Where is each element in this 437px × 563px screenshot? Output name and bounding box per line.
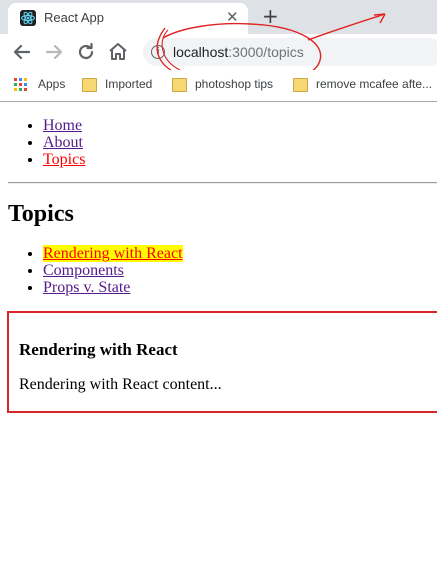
address-bar[interactable]: i localhost:3000/topics bbox=[143, 38, 437, 66]
apps-grid-icon bbox=[14, 78, 28, 92]
topic-item-rendering: Rendering with React bbox=[43, 245, 183, 262]
topic-detail-heading: Rendering with React bbox=[19, 340, 178, 359]
folder-icon bbox=[172, 78, 187, 92]
bookmark-label: Imported bbox=[105, 77, 153, 91]
url-path: :3000/topics bbox=[228, 44, 304, 60]
bookmark-imported[interactable]: Imported bbox=[82, 76, 162, 94]
tab-close-icon[interactable]: ✕ bbox=[226, 8, 239, 26]
topic-item-components: Components bbox=[43, 262, 183, 279]
nav-item-topics: Topics bbox=[43, 151, 85, 168]
folder-icon bbox=[293, 78, 308, 92]
tab-strip: React App ✕ + bbox=[0, 0, 437, 34]
topic-link-components[interactable]: Components bbox=[43, 262, 124, 279]
new-tab-button[interactable]: + bbox=[262, 4, 279, 28]
info-icon[interactable]: i bbox=[151, 45, 165, 59]
page-content: Home About Topics Topics Rendering with … bbox=[0, 102, 437, 563]
browser-toolbar: i localhost:3000/topics bbox=[0, 34, 437, 70]
home-button[interactable] bbox=[106, 40, 130, 64]
topic-link-props-state[interactable]: Props v. State bbox=[43, 279, 130, 296]
arrow-right-icon bbox=[45, 44, 63, 60]
nav-item-home: Home bbox=[43, 117, 85, 134]
folder-icon bbox=[82, 78, 97, 92]
nav-link-about[interactable]: About bbox=[43, 134, 83, 151]
bookmark-apps[interactable]: Apps bbox=[14, 76, 74, 94]
nav-item-about: About bbox=[43, 134, 85, 151]
bookmark-label: photoshop tips bbox=[195, 77, 274, 91]
arrow-left-icon bbox=[13, 44, 31, 60]
bookmark-remove-mcafee[interactable]: remove mcafee afte... bbox=[293, 76, 437, 94]
nav-link-home[interactable]: Home bbox=[43, 117, 82, 134]
topic-detail-box: Rendering with React Rendering with Reac… bbox=[7, 311, 437, 413]
home-icon bbox=[109, 43, 127, 60]
reload-icon bbox=[78, 42, 94, 60]
reload-button[interactable] bbox=[74, 40, 98, 64]
tab-title: React App bbox=[44, 10, 104, 25]
page-title: Topics bbox=[8, 201, 74, 227]
topic-link-rendering[interactable]: Rendering with React bbox=[43, 245, 183, 262]
topic-detail-text: Rendering with React content... bbox=[19, 376, 222, 393]
nav-link-topics[interactable]: Topics bbox=[43, 151, 85, 168]
bookmarks-bar: Apps Imported photoshop tips remove mcaf… bbox=[0, 70, 437, 102]
forward-button[interactable] bbox=[42, 40, 66, 64]
bookmark-photoshop-tips[interactable]: photoshop tips bbox=[172, 76, 282, 94]
back-button[interactable] bbox=[10, 40, 34, 64]
main-nav: Home About Topics bbox=[0, 117, 85, 168]
browser-tab[interactable]: React App ✕ bbox=[8, 3, 248, 34]
divider bbox=[8, 182, 437, 184]
topic-item-props-state: Props v. State bbox=[43, 279, 183, 296]
url-host: localhost bbox=[173, 44, 229, 60]
bookmark-label: Apps bbox=[38, 77, 66, 91]
react-favicon-icon bbox=[20, 10, 36, 26]
url-text[interactable]: localhost:3000/topics bbox=[173, 44, 304, 60]
topics-list: Rendering with React Components Props v.… bbox=[0, 245, 183, 296]
bookmark-label: remove mcafee afte... bbox=[316, 77, 433, 91]
